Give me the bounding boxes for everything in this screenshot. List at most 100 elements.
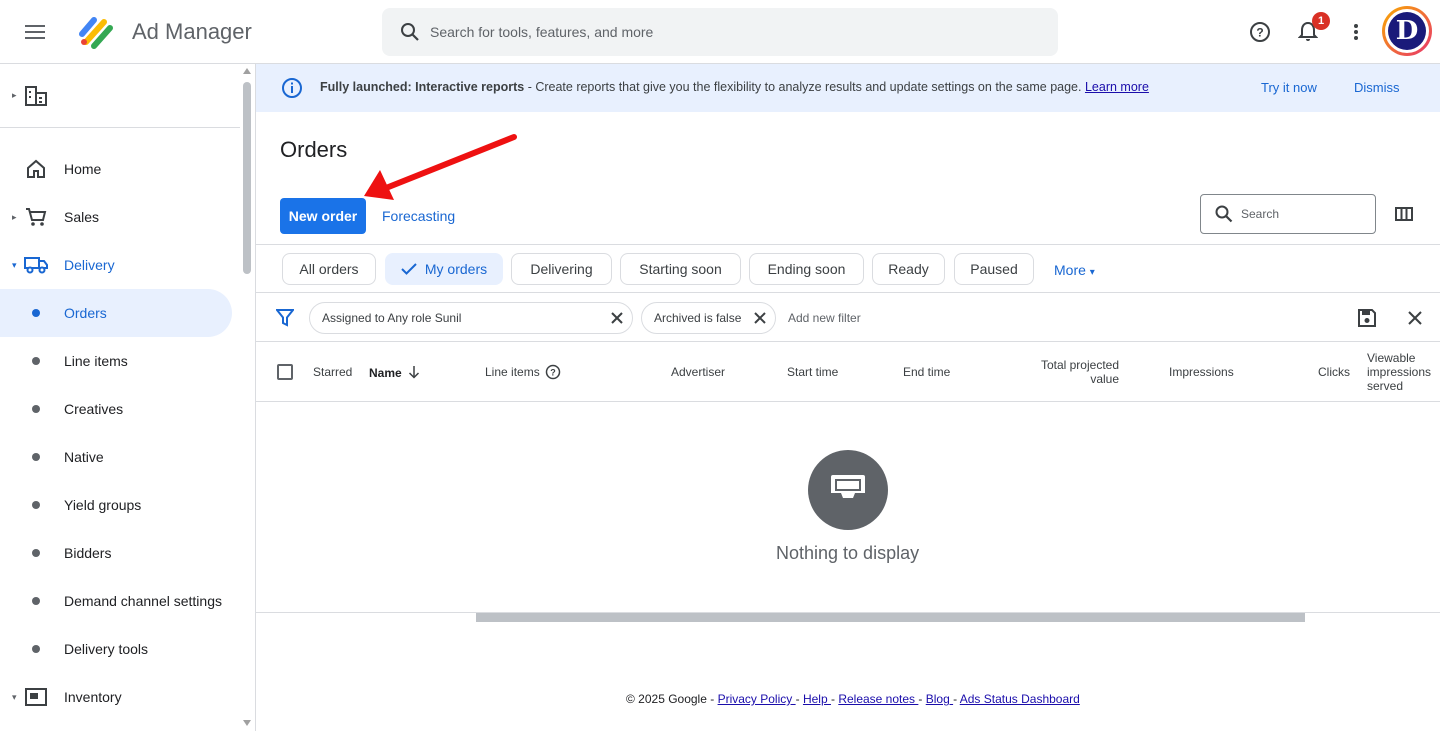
arrow-down-icon <box>408 365 420 379</box>
quick-filter-chips: All orders My orders Delivering Starting… <box>256 245 1440 293</box>
sidebar-item-inventory[interactable]: ▾ Inventory <box>0 673 232 721</box>
column-line-items[interactable]: Line items <box>485 365 540 379</box>
learn-more-link[interactable]: Learn more <box>1085 80 1149 94</box>
sidebar-item-creatives[interactable]: Creatives <box>0 385 232 433</box>
info-icon <box>281 77 303 99</box>
chip-starting-soon[interactable]: Starting soon <box>620 253 741 285</box>
sidebar-item-yield-groups[interactable]: Yield groups <box>0 481 232 529</box>
column-viewable-impressions-served[interactable]: Viewable impressions served <box>1367 351 1431 393</box>
bullet-icon <box>32 597 40 605</box>
new-order-button[interactable]: New order <box>280 198 366 234</box>
filter-chip-label: Archived is false <box>654 311 742 325</box>
cart-icon <box>24 205 48 229</box>
blog-link[interactable]: Blog <box>926 692 953 706</box>
filter-chip-archived[interactable]: Archived is false <box>641 302 776 334</box>
sidebar-item-label: Native <box>64 449 104 465</box>
chip-all-orders[interactable]: All orders <box>282 253 376 285</box>
chip-paused[interactable]: Paused <box>954 253 1034 285</box>
sidebar-item-label: Home <box>64 161 102 177</box>
app-name: Ad Manager <box>132 19 252 44</box>
check-icon <box>401 263 417 275</box>
menu-icon[interactable] <box>20 16 52 48</box>
global-search[interactable] <box>382 8 1058 56</box>
sidebar-item-sales[interactable]: ▸ Sales <box>0 193 232 241</box>
column-starred[interactable]: Starred <box>313 365 352 379</box>
sidebar-item-label: Creatives <box>64 401 124 417</box>
table-search-input[interactable] <box>1241 207 1361 221</box>
avatar[interactable]: D <box>1382 6 1432 56</box>
column-name[interactable]: Name <box>369 366 402 380</box>
column-total-projected-value[interactable]: Total projected value <box>1016 358 1119 386</box>
sidebar-item-label: Orders <box>64 305 107 321</box>
close-icon[interactable] <box>610 311 624 325</box>
save-icon[interactable] <box>1357 308 1377 328</box>
add-filter-input[interactable]: Add new filter <box>788 311 861 325</box>
column-end-time[interactable]: End time <box>903 365 950 379</box>
more-vert-icon[interactable] <box>1340 16 1372 48</box>
close-filters-icon[interactable] <box>1407 310 1423 326</box>
column-clicks[interactable]: Clicks <box>1318 365 1350 379</box>
chip-ready[interactable]: Ready <box>872 253 945 285</box>
search-icon <box>400 22 420 42</box>
dismiss-button[interactable]: Dismiss <box>1354 80 1400 95</box>
column-impressions[interactable]: Impressions <box>1169 365 1234 379</box>
empty-inbox-icon <box>808 450 888 530</box>
bullet-icon <box>32 549 40 557</box>
caret-right-icon: ▸ <box>12 90 17 100</box>
home-icon <box>24 157 48 181</box>
sidebar-item-label: Inventory <box>64 689 122 705</box>
chip-delivering[interactable]: Delivering <box>511 253 612 285</box>
sidebar-item-home[interactable]: Home <box>0 145 232 193</box>
sidebar-item-orders[interactable]: Orders <box>0 289 232 337</box>
sidebar-item-label: Yield groups <box>64 497 142 513</box>
forecasting-button[interactable]: Forecasting <box>382 208 455 224</box>
chip-label: My orders <box>424 261 488 277</box>
announcement-banner: Fully launched: Interactive reports - Cr… <box>256 64 1440 112</box>
banner-title: Fully launched: Interactive reports <box>320 80 525 94</box>
bullet-icon <box>32 357 40 365</box>
sidebar-item-demand-channel-settings[interactable]: Demand channel settings <box>0 577 232 625</box>
sidebar-item-line-items[interactable]: Line items <box>0 337 232 385</box>
inventory-icon <box>24 685 48 709</box>
column-advertiser[interactable]: Advertiser <box>671 365 725 379</box>
caret-down-icon: ▾ <box>12 259 17 270</box>
truck-icon <box>24 253 48 277</box>
sidebar-item-label: Delivery tools <box>64 641 149 657</box>
help-icon[interactable]: ? <box>545 364 561 380</box>
filter-bar: Assigned to Any role Sunil Archived is f… <box>256 294 1440 342</box>
columns-icon[interactable] <box>1392 202 1416 226</box>
more-label: More <box>1054 262 1086 278</box>
chip-my-orders[interactable]: My orders <box>385 253 503 285</box>
more-dropdown[interactable]: More ▾ <box>1054 262 1095 278</box>
close-icon[interactable] <box>753 311 767 325</box>
filter-icon <box>276 309 294 327</box>
sidebar-item-delivery[interactable]: ▾ Delivery <box>0 241 232 289</box>
table-search[interactable] <box>1200 194 1376 234</box>
top-bar: Ad Manager ? 1 D <box>0 0 1440 64</box>
ads-status-dashboard-link[interactable]: Ads Status Dashboard <box>960 692 1080 706</box>
avatar-letter: D <box>1388 12 1426 50</box>
privacy-policy-link[interactable]: Privacy Policy <box>718 692 796 706</box>
horizontal-scrollbar[interactable] <box>476 613 1305 622</box>
chip-ending-soon[interactable]: Ending soon <box>749 253 864 285</box>
sidebar-item-bidders[interactable]: Bidders <box>0 529 232 577</box>
help-icon[interactable]: ? <box>1244 16 1276 48</box>
select-all-checkbox[interactable] <box>277 364 293 380</box>
sidebar-item-label: Line items <box>64 353 128 369</box>
sidebar-scroll-thumb[interactable] <box>243 82 251 274</box>
svg-text:?: ? <box>1256 26 1263 40</box>
column-start-time[interactable]: Start time <box>787 365 838 379</box>
try-it-now-button[interactable]: Try it now <box>1261 80 1317 95</box>
building-icon <box>24 85 48 107</box>
filter-chip-assigned[interactable]: Assigned to Any role Sunil <box>309 302 633 334</box>
sidebar-item-native[interactable]: Native <box>0 433 232 481</box>
search-input[interactable] <box>430 24 990 40</box>
banner-message: - Create reports that give you the flexi… <box>524 80 1085 94</box>
release-notes-link[interactable]: Release notes <box>838 692 918 706</box>
help-link[interactable]: Help <box>803 692 831 706</box>
caret-right-icon: ▸ <box>12 211 17 222</box>
network-selector[interactable]: ▸ <box>0 64 240 128</box>
bullet-icon <box>32 309 40 317</box>
footer: © 2025 Google - Privacy Policy - Help - … <box>626 692 1080 706</box>
sidebar-item-delivery-tools[interactable]: Delivery tools <box>0 625 232 673</box>
